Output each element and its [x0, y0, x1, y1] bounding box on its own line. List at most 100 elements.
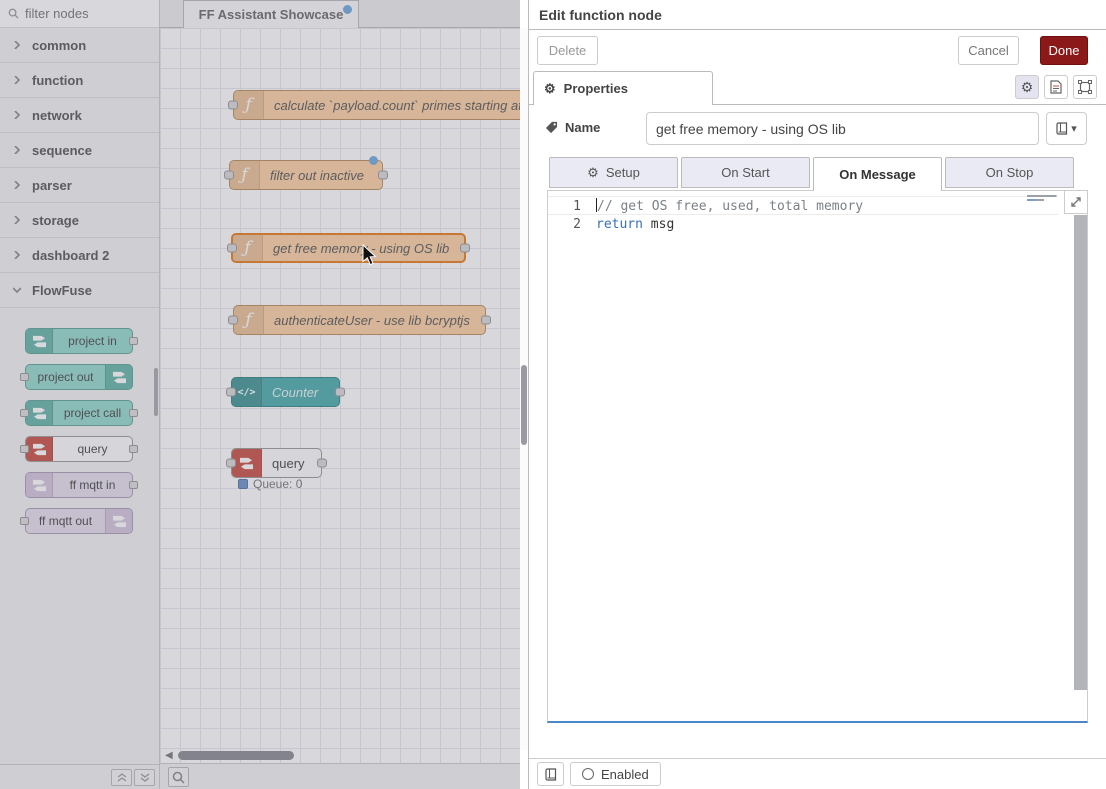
palette-node-ff-mqtt-out[interactable]: ff mqtt out [25, 508, 133, 534]
code-comment: // get OS free, used, total memory [597, 199, 863, 214]
hscrollbar-thumb[interactable] [178, 751, 294, 760]
palette-category-network[interactable]: network [0, 98, 159, 133]
output-port[interactable] [481, 316, 491, 325]
palette-node-project-call[interactable]: project call [25, 400, 133, 426]
node-get-free-memory[interactable]: ƒ get free memory - using OS lib [231, 233, 466, 263]
input-port[interactable] [226, 459, 236, 468]
flowfuse-icon [26, 329, 53, 353]
tab-on-message[interactable]: On Message [813, 157, 942, 191]
palette-category-sequence[interactable]: sequence [0, 133, 159, 168]
output-port[interactable] [317, 459, 327, 468]
input-port[interactable] [227, 244, 237, 253]
name-field-label: Name [545, 120, 600, 135]
output-port [129, 337, 138, 345]
code-text: msg [643, 217, 674, 232]
collapse-all-button[interactable] [111, 769, 132, 786]
zoom-search-button[interactable] [168, 767, 189, 787]
palette-node-ff-mqtt-in[interactable]: ff mqtt in [25, 472, 133, 498]
tray-body: Name ▾ ⚙ Setup On Start On Message On St… [529, 105, 1106, 758]
palette-node-project-out[interactable]: project out [25, 364, 133, 390]
palette-category-storage[interactable]: storage [0, 203, 159, 238]
node-calculate-primes[interactable]: ƒ calculate `payload.count` primes start… [233, 90, 520, 120]
category-label: parser [32, 178, 72, 193]
palette-node-label: ff mqtt in [53, 473, 132, 497]
chevron-right-icon [13, 76, 21, 84]
code-line-2[interactable]: 2 return msg [548, 215, 1087, 234]
node-filter-out-inactive[interactable]: ƒ filter out inactive [229, 160, 383, 190]
canvas-vscrollbar[interactable] [520, 28, 528, 750]
palette-node-label: ff mqtt out [26, 509, 105, 533]
function-icon: ƒ [230, 161, 260, 189]
delete-button[interactable]: Delete [537, 36, 598, 65]
code-keyword: return [596, 217, 643, 232]
flow-canvas[interactable]: FF Assistant Showcase ƒ calculate `paylo… [160, 0, 520, 789]
gear-icon: ⚙ [544, 81, 556, 97]
modified-dot [369, 156, 378, 165]
done-button[interactable]: Done [1040, 36, 1088, 65]
palette-sidebar: common function network sequence parser [0, 0, 160, 789]
editor-scrollbar[interactable] [1074, 215, 1087, 690]
input-port[interactable] [224, 171, 234, 180]
canvas-hscrollbar[interactable]: ◀ [160, 749, 520, 762]
tab-label: Properties [564, 81, 628, 96]
input-port[interactable] [228, 101, 238, 110]
properties-icon-button[interactable]: ⚙ [1015, 75, 1039, 99]
palette-category-function[interactable]: function [0, 63, 159, 98]
enabled-toggle-button[interactable]: Enabled [570, 762, 661, 786]
output-port [129, 481, 138, 489]
flow-tab[interactable]: FF Assistant Showcase [183, 0, 359, 28]
scroll-left-icon[interactable]: ◀ [165, 750, 173, 761]
book-icon [1056, 122, 1068, 135]
palette-category-common[interactable]: common [0, 28, 159, 63]
library-export-button[interactable] [537, 762, 564, 786]
input-port[interactable] [226, 388, 236, 397]
tab-on-start[interactable]: On Start [681, 157, 810, 188]
tab-on-stop[interactable]: On Stop [945, 157, 1074, 188]
output-port[interactable] [460, 244, 470, 253]
palette-category-flowfuse[interactable]: FlowFuse [0, 273, 159, 308]
gear-icon: ⚙ [587, 165, 599, 181]
category-label: storage [32, 213, 79, 228]
node-label: authenticateUser - use lib bcryptjs [264, 306, 480, 334]
editor-minimap [1027, 195, 1069, 203]
book-icon [545, 768, 557, 781]
node-query[interactable]: query [231, 448, 322, 478]
input-port [20, 445, 29, 453]
library-button[interactable]: ▾ [1046, 112, 1087, 145]
node-authenticate-user[interactable]: ƒ authenticateUser - use lib bcryptjs [233, 305, 486, 335]
palette-category-dashboard2[interactable]: dashboard 2 [0, 238, 159, 273]
palette-node-query[interactable]: query [25, 436, 133, 462]
appearance-icon-button[interactable] [1073, 75, 1097, 99]
expand-editor-button[interactable] [1064, 190, 1088, 214]
cancel-button[interactable]: Cancel [958, 36, 1019, 65]
code-line-1[interactable]: 1 // get OS free, used, total memory [548, 196, 1058, 215]
palette-filter[interactable] [0, 0, 159, 28]
tab-label: On Message [839, 167, 916, 182]
mouse-cursor-icon [362, 244, 377, 266]
name-input[interactable] [646, 112, 1039, 145]
tab-properties[interactable]: ⚙ Properties [533, 71, 713, 105]
palette-node-project-in[interactable]: project in [25, 328, 133, 354]
input-port[interactable] [228, 316, 238, 325]
palette-node-label: project in [53, 329, 132, 353]
palette-category-parser[interactable]: parser [0, 168, 159, 203]
expand-all-button[interactable] [134, 769, 155, 786]
output-port[interactable] [378, 171, 388, 180]
palette-filter-input[interactable] [25, 6, 135, 21]
canvas-footer [160, 763, 520, 789]
category-label: dashboard 2 [32, 248, 109, 263]
node-counter[interactable]: </> Counter [231, 377, 340, 407]
vscrollbar-thumb[interactable] [521, 365, 527, 445]
category-label: common [32, 38, 86, 53]
output-port[interactable] [335, 388, 345, 397]
palette-scrollbar[interactable] [154, 368, 158, 416]
flow-tab-label: FF Assistant Showcase [199, 7, 344, 22]
tab-setup[interactable]: ⚙ Setup [549, 157, 678, 188]
palette-categories: common function network sequence parser [0, 28, 159, 308]
code-editor[interactable]: 1 // get OS free, used, total memory 2 r… [547, 190, 1088, 723]
node-query-status: Queue: 0 [238, 477, 302, 491]
function-icon: ƒ [234, 91, 264, 119]
status-dot [238, 479, 248, 489]
palette-node-label: project call [53, 401, 132, 425]
description-icon-button[interactable] [1044, 75, 1068, 99]
